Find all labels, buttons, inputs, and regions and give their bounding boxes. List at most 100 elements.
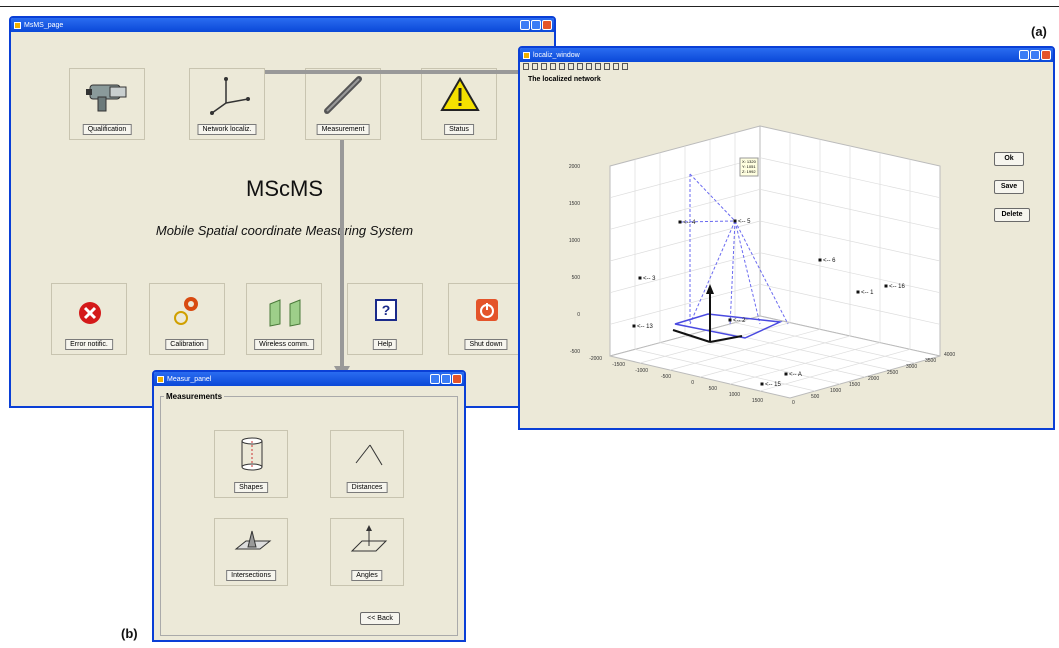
new-icon[interactable]	[523, 63, 529, 70]
calibration-tile[interactable]: Calibration	[149, 283, 225, 355]
pointer-icon[interactable]	[559, 63, 565, 70]
node-label: <-- 2	[733, 318, 746, 324]
node-marker	[784, 372, 788, 376]
measurement-tile[interactable]: Measurement	[305, 68, 381, 140]
devices-icon	[269, 299, 301, 327]
svg-text:?: ?	[382, 302, 391, 318]
minimize-button[interactable]	[520, 20, 530, 30]
drill-icon	[86, 84, 127, 112]
measure-window-title: Measur_panel	[167, 375, 212, 383]
y-tick-label: -500	[661, 374, 671, 380]
help-icon: ?	[375, 299, 397, 321]
node-marker	[856, 290, 860, 294]
intersections-tile[interactable]: Intersections	[214, 518, 288, 586]
x-tick-label: 3000	[906, 364, 917, 370]
angles-button[interactable]: Angles	[351, 570, 383, 581]
z-tick-label: 1000	[569, 238, 580, 244]
node-marker	[760, 382, 764, 386]
save-icon[interactable]	[541, 63, 547, 70]
warning-icon	[440, 77, 480, 111]
x-tick-label: 4000	[944, 352, 955, 358]
network-3d-plot: 2000 1500 1000 500 0 -500 -2000 -1500 -1000 -500…	[569, 125, 955, 406]
shapes-tile[interactable]: Shapes	[214, 430, 288, 498]
status-button[interactable]: Status	[444, 124, 474, 135]
minimize-button[interactable]	[430, 374, 440, 384]
y-tick-label: 1500	[752, 398, 763, 404]
network-titlebar: localiz_window	[520, 48, 1053, 62]
wireless-comm-tile[interactable]: Wireless comm.	[246, 283, 322, 355]
axes-icon	[210, 77, 250, 115]
close-button[interactable]	[1041, 50, 1051, 60]
figure-label-b: (b)	[121, 626, 138, 641]
colorbar-icon[interactable]	[613, 63, 619, 70]
angles-tile[interactable]: Angles	[330, 518, 404, 586]
toolbar	[520, 62, 1053, 72]
node-label: <-- 4	[683, 220, 696, 226]
shut-down-button[interactable]: Shut down	[464, 339, 508, 350]
datacursor-icon[interactable]	[604, 63, 610, 70]
pan-icon[interactable]	[586, 63, 592, 70]
rotate-icon[interactable]	[595, 63, 601, 70]
delete-button[interactable]: Delete	[994, 208, 1030, 222]
open-icon[interactable]	[532, 63, 538, 70]
y-tick-label: 1000	[729, 392, 740, 398]
z-tick-label: 1500	[569, 201, 580, 207]
ok-button[interactable]: Ok	[994, 152, 1024, 166]
maximize-button[interactable]	[531, 20, 541, 30]
back-button[interactable]: << Back	[360, 612, 400, 625]
legend-icon[interactable]	[622, 63, 628, 70]
node-label: <-- A	[789, 372, 802, 378]
calibration-button[interactable]: Calibration	[165, 339, 209, 350]
distances-tile[interactable]: Distances	[330, 430, 404, 498]
node-marker	[884, 284, 888, 288]
node-label: <-- 5	[738, 219, 751, 225]
network-localiz-tile[interactable]: Network localiz.	[189, 68, 265, 140]
node-label: <-- 3	[643, 276, 656, 282]
close-button[interactable]	[542, 20, 552, 30]
app-icon	[14, 21, 21, 29]
help-button[interactable]: Help	[372, 339, 398, 350]
main-titlebar: MsMS_page	[11, 18, 554, 32]
save-button[interactable]: Save	[994, 180, 1024, 194]
intersections-button[interactable]: Intersections	[226, 570, 276, 581]
z-tick-label: 2000	[569, 164, 580, 170]
shut-down-tile[interactable]: Shut down	[448, 283, 524, 355]
help-tile[interactable]: ? Help	[347, 283, 423, 355]
minimize-button[interactable]	[1019, 50, 1029, 60]
x-tick-label: 2500	[887, 370, 898, 376]
x-tick-label: 0	[792, 400, 795, 406]
wireless-comm-button[interactable]: Wireless comm.	[254, 339, 314, 350]
z-tick-label: 500	[572, 275, 581, 281]
intersection-icon	[234, 530, 272, 550]
zoom-out-icon[interactable]	[577, 63, 583, 70]
print-icon[interactable]	[550, 63, 556, 70]
app-title: MScMS	[246, 176, 323, 201]
qualification-tile[interactable]: Qualification	[69, 68, 145, 140]
node-marker	[728, 318, 732, 322]
z-tick-label: -500	[570, 349, 580, 355]
x-tick-label: 1500	[849, 382, 860, 388]
x-tick-label: 2000	[868, 376, 879, 382]
error-notific-tile[interactable]: Error notific.	[51, 283, 127, 355]
close-button[interactable]	[452, 374, 462, 384]
shapes-button[interactable]: Shapes	[234, 482, 268, 493]
maximize-button[interactable]	[441, 374, 451, 384]
node-label: <-- 1	[861, 290, 874, 296]
status-tile[interactable]: Status	[421, 68, 497, 140]
distances-button[interactable]: Distances	[346, 482, 388, 493]
node-label: <-- 16	[889, 284, 906, 290]
maximize-button[interactable]	[1030, 50, 1040, 60]
node-label: <-- 6	[823, 258, 836, 264]
measurements-group	[160, 396, 458, 636]
network-localiz-button[interactable]: Network localiz.	[197, 124, 257, 135]
app-subtitle: Mobile Spatial coordinate Measuring Syst…	[155, 223, 414, 238]
y-tick-label: 0	[691, 380, 694, 386]
figure-label-a: (a)	[1031, 24, 1047, 39]
datatip-z: Z: 1992	[742, 169, 756, 174]
x-tick-label: 500	[811, 394, 820, 400]
app-icon	[523, 51, 530, 59]
error-notific-button[interactable]: Error notific.	[65, 339, 113, 350]
measurement-button[interactable]: Measurement	[316, 124, 370, 135]
qualification-button[interactable]: Qualification	[82, 124, 132, 135]
zoom-in-icon[interactable]	[568, 63, 574, 70]
